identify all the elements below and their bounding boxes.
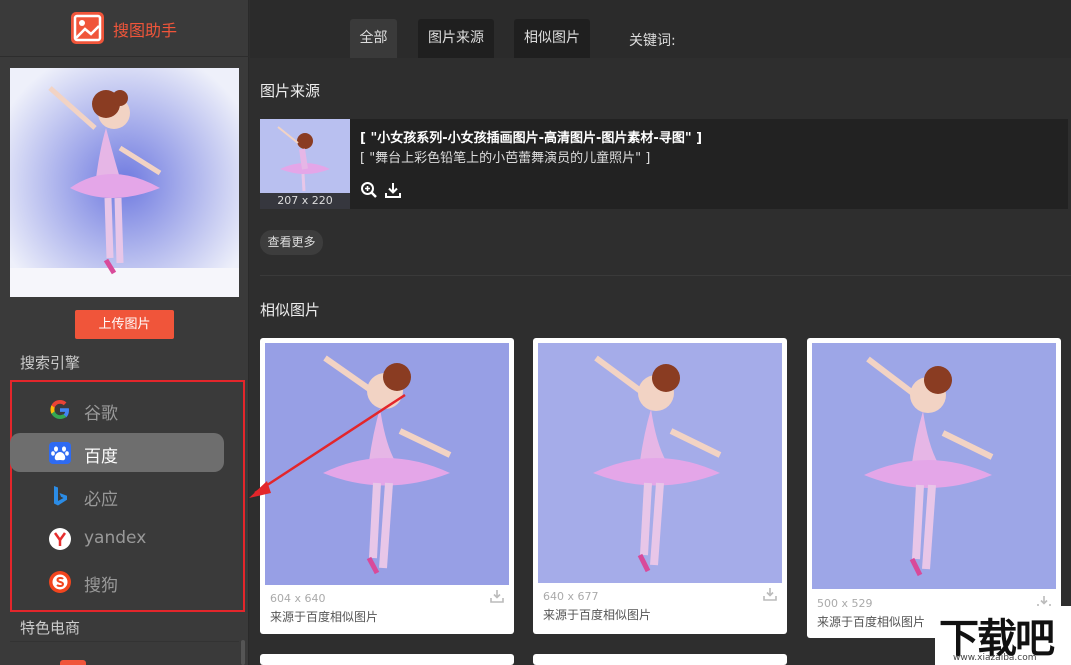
- search-engine-heading: 搜索引擎: [20, 354, 81, 372]
- engine-yandex[interactable]: yandex: [10, 519, 224, 558]
- source-dimensions: 207 x 220: [260, 193, 350, 209]
- tab-similar-images[interactable]: 相似图片: [514, 19, 590, 58]
- watermark-logo: 下载吧 www.xiazaiba.com: [935, 606, 1071, 665]
- similar-dimensions: 640 x 677: [543, 590, 599, 603]
- source-thumbnail[interactable]: 207 x 220: [260, 119, 350, 209]
- tab-image-source[interactable]: 图片来源: [418, 19, 494, 58]
- engine-label: 谷歌: [84, 404, 118, 424]
- engine-sogou[interactable]: 搜狗: [10, 562, 224, 601]
- source-result[interactable]: 207 x 220 [ "小女孩系列-小女孩插画图片-高清图片-图片素材-寻图"…: [260, 119, 1068, 209]
- source-title[interactable]: [ "小女孩系列-小女孩插画图片-高清图片-图片素材-寻图" ]: [360, 127, 702, 146]
- engine-label: 必应: [84, 490, 118, 510]
- engine-label: 搜狗: [84, 576, 118, 596]
- engine-google[interactable]: 谷歌: [10, 390, 224, 429]
- app-logo: 搜图助手: [0, 0, 249, 57]
- similar-image-card[interactable]: [260, 654, 514, 665]
- similar-image-card[interactable]: 500 x 529 来源于百度相似图片: [807, 338, 1061, 638]
- similar-image[interactable]: [812, 343, 1056, 589]
- sidebar-scrollbar[interactable]: [241, 640, 245, 665]
- similar-dimensions: 604 x 640: [270, 592, 326, 605]
- uploaded-image-preview: [10, 68, 239, 297]
- image-logo-icon: [71, 12, 104, 44]
- engine-label: yandex: [84, 528, 147, 548]
- tab-all[interactable]: 全部: [350, 19, 397, 58]
- similar-heading: 相似图片: [260, 301, 321, 319]
- similar-dimensions: 500 x 529: [817, 597, 873, 610]
- upload-image-button[interactable]: 上传图片: [75, 310, 174, 339]
- sogou-icon: [48, 570, 72, 594]
- similar-image-card[interactable]: 604 x 640 来源于百度相似图片: [260, 338, 514, 634]
- sidebar: 搜图助手 上传图片 搜索引擎 谷歌 百度 必应 yandex 搜狗 特色电商: [0, 0, 249, 665]
- similar-image-card[interactable]: 640 x 677 来源于百度相似图片: [533, 338, 787, 634]
- keyword-label: 关键词:: [629, 33, 676, 49]
- source-heading: 图片来源: [260, 82, 321, 100]
- ecommerce-heading: 特色电商: [20, 619, 81, 637]
- engine-label: 百度: [84, 447, 118, 467]
- watermark-url: www.xiazaiba.com: [953, 653, 1037, 663]
- download-icon[interactable]: [490, 588, 504, 603]
- view-more-button[interactable]: 查看更多: [260, 230, 323, 255]
- engine-baidu[interactable]: 百度: [10, 433, 224, 472]
- app-window: 搜图助手 上传图片 搜索引擎 谷歌 百度 必应 yandex 搜狗 特色电商 全…: [0, 0, 1071, 665]
- google-icon: [48, 398, 72, 422]
- section-divider: [260, 275, 1071, 276]
- download-icon[interactable]: [384, 181, 402, 199]
- baidu-icon: [48, 441, 72, 465]
- similar-image-card[interactable]: [533, 654, 787, 665]
- similar-source: 来源于百度相似图片: [270, 610, 379, 624]
- sidebar-divider: [10, 641, 239, 642]
- similar-image[interactable]: [265, 343, 509, 585]
- download-icon[interactable]: [763, 586, 777, 601]
- main-panel: 全部 图片来源 相似图片 关键词: 图片来源 207 x 220 [ "小女孩系…: [250, 0, 1071, 665]
- bing-icon: [48, 484, 72, 508]
- app-title: 搜图助手: [113, 21, 178, 40]
- ecommerce-item-peek: [60, 660, 86, 665]
- zoom-in-icon[interactable]: [360, 181, 378, 199]
- similar-image[interactable]: [538, 343, 782, 583]
- similar-source: 来源于百度相似图片: [817, 615, 926, 629]
- yandex-icon: [48, 527, 72, 551]
- source-description: [ "舞台上彩色铅笔上的小芭蕾舞演员的儿童照片" ]: [360, 151, 651, 166]
- similar-source: 来源于百度相似图片: [543, 608, 652, 622]
- engine-bing[interactable]: 必应: [10, 476, 224, 515]
- tab-bar: 全部 图片来源 相似图片 关键词:: [250, 0, 1071, 58]
